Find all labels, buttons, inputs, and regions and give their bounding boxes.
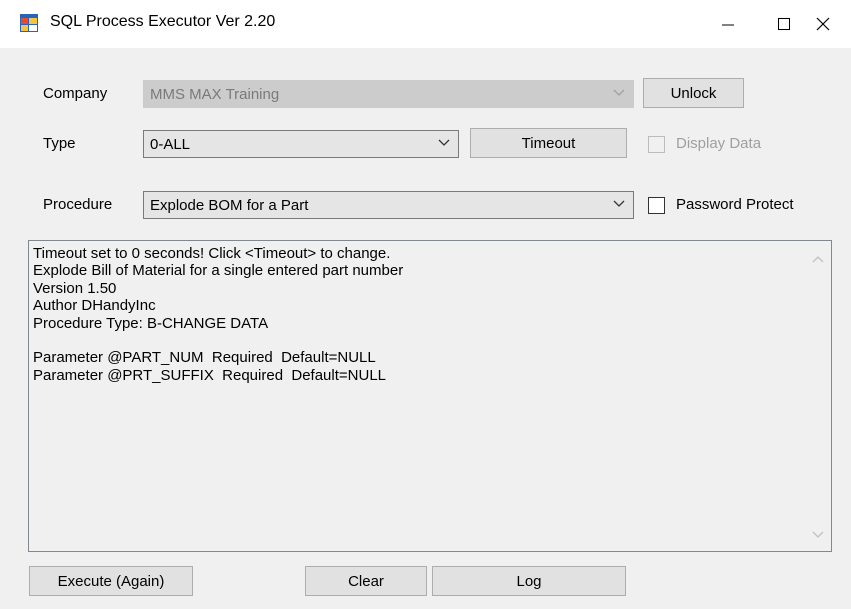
- company-select-value: MMS MAX Training: [150, 86, 280, 103]
- display-data-checkbox: [648, 136, 665, 153]
- execute-again-button[interactable]: Execute (Again): [29, 566, 193, 596]
- procedure-select-value: Explode BOM for a Part: [150, 197, 309, 214]
- clear-button[interactable]: Clear: [305, 566, 427, 596]
- close-icon: [816, 17, 830, 31]
- output-line: Version 1.50: [33, 279, 117, 297]
- password-protect-label[interactable]: Password Protect: [676, 196, 794, 213]
- scroll-up-arrow-icon[interactable]: [812, 255, 824, 263]
- close-button[interactable]: [795, 0, 851, 48]
- log-button[interactable]: Log: [432, 566, 626, 596]
- output-lines: Timeout set to 0 seconds! Click <Timeout…: [33, 245, 403, 384]
- minimize-button[interactable]: [700, 0, 756, 48]
- minimize-icon: [722, 24, 734, 26]
- chevron-down-icon: [438, 139, 450, 146]
- window-title: SQL Process Executor Ver 2.20: [50, 13, 276, 30]
- output-line: Author DHandyInc: [33, 297, 156, 315]
- main-window: SQL Process Executor Ver 2.20 Company MM…: [0, 0, 851, 609]
- title-bar: SQL Process Executor Ver 2.20: [0, 0, 851, 48]
- type-select[interactable]: 0-ALL: [143, 130, 459, 158]
- chevron-down-icon: [613, 200, 625, 207]
- app-window-icon: [20, 14, 38, 32]
- scroll-down-arrow-icon[interactable]: [812, 531, 824, 539]
- output-textarea[interactable]: Timeout set to 0 seconds! Click <Timeout…: [28, 240, 832, 552]
- company-label: Company: [43, 85, 108, 102]
- company-select: MMS MAX Training: [143, 80, 634, 108]
- output-line: Timeout set to 0 seconds! Click <Timeout…: [33, 245, 391, 262]
- unlock-button[interactable]: Unlock: [643, 78, 744, 108]
- procedure-label: Procedure: [43, 196, 113, 213]
- password-protect-checkbox[interactable]: [648, 197, 665, 214]
- output-line: Procedure Type: B-CHANGE DATA: [33, 314, 269, 332]
- output-line: Parameter @PART_NUM Required Default=NUL…: [33, 349, 376, 367]
- display-data-label: Display Data: [676, 135, 762, 152]
- type-label: Type: [43, 135, 76, 152]
- output-line: Parameter @PRT_SUFFIX Required Default=N…: [33, 366, 387, 384]
- vertical-scrollbar[interactable]: [805, 241, 831, 551]
- maximize-icon: [778, 18, 790, 30]
- procedure-select[interactable]: Explode BOM for a Part: [143, 191, 634, 219]
- type-select-value: 0-ALL: [150, 136, 191, 153]
- chevron-down-icon: [613, 89, 625, 96]
- output-line: Explode Bill of Material for a single en…: [33, 262, 404, 280]
- timeout-button[interactable]: Timeout: [470, 128, 627, 158]
